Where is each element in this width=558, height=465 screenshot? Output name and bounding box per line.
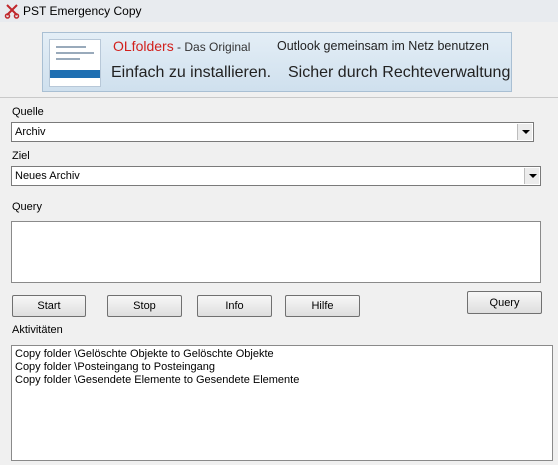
- start-button[interactable]: Start: [12, 295, 86, 317]
- product-box-image: [49, 39, 101, 87]
- scissors-icon: [4, 4, 20, 19]
- banner-line2-right: Sicher durch Rechteverwaltung.: [288, 64, 512, 81]
- banner-tagline: - Das Original: [173, 40, 251, 54]
- chevron-down-icon[interactable]: [517, 124, 532, 140]
- source-select-value: Archiv: [15, 126, 46, 138]
- olfolders-banner[interactable]: OLfolders - Das Original Outlook gemeins…: [42, 32, 512, 92]
- target-select-value: Neues Archiv: [15, 170, 80, 182]
- separator: [0, 97, 558, 98]
- query-input[interactable]: [11, 221, 541, 283]
- help-button[interactable]: Hilfe: [285, 295, 360, 317]
- log-line: Copy folder \Gelöschte Objekte to Gelösc…: [15, 348, 274, 360]
- stop-button[interactable]: Stop: [107, 295, 182, 317]
- target-select[interactable]: Neues Archiv: [11, 166, 541, 186]
- info-button[interactable]: Info: [197, 295, 272, 317]
- activities-label: Aktivitäten: [12, 324, 63, 336]
- log-line: Copy folder \Posteingang to Posteingang: [15, 361, 215, 373]
- chevron-down-icon[interactable]: [524, 168, 539, 184]
- title-bar: PST Emergency Copy: [0, 0, 558, 22]
- banner-slogan: Outlook gemeinsam im Netz benutzen: [277, 39, 489, 53]
- query-label: Query: [12, 201, 42, 213]
- log-line: Copy folder \Gesendete Elemente to Gesen…: [15, 374, 300, 386]
- source-label: Quelle: [12, 106, 44, 118]
- target-label: Ziel: [12, 150, 30, 162]
- banner-brand-line: OLfolders - Das Original: [113, 38, 250, 54]
- query-button[interactable]: Query: [467, 291, 542, 314]
- banner-line2-left: Einfach zu installieren.: [111, 64, 272, 81]
- banner-brand: OLfolders: [113, 38, 174, 54]
- window-title: PST Emergency Copy: [23, 4, 142, 18]
- activities-log[interactable]: Copy folder \Gelöschte Objekte to Gelösc…: [11, 345, 553, 461]
- source-select[interactable]: Archiv: [11, 122, 534, 142]
